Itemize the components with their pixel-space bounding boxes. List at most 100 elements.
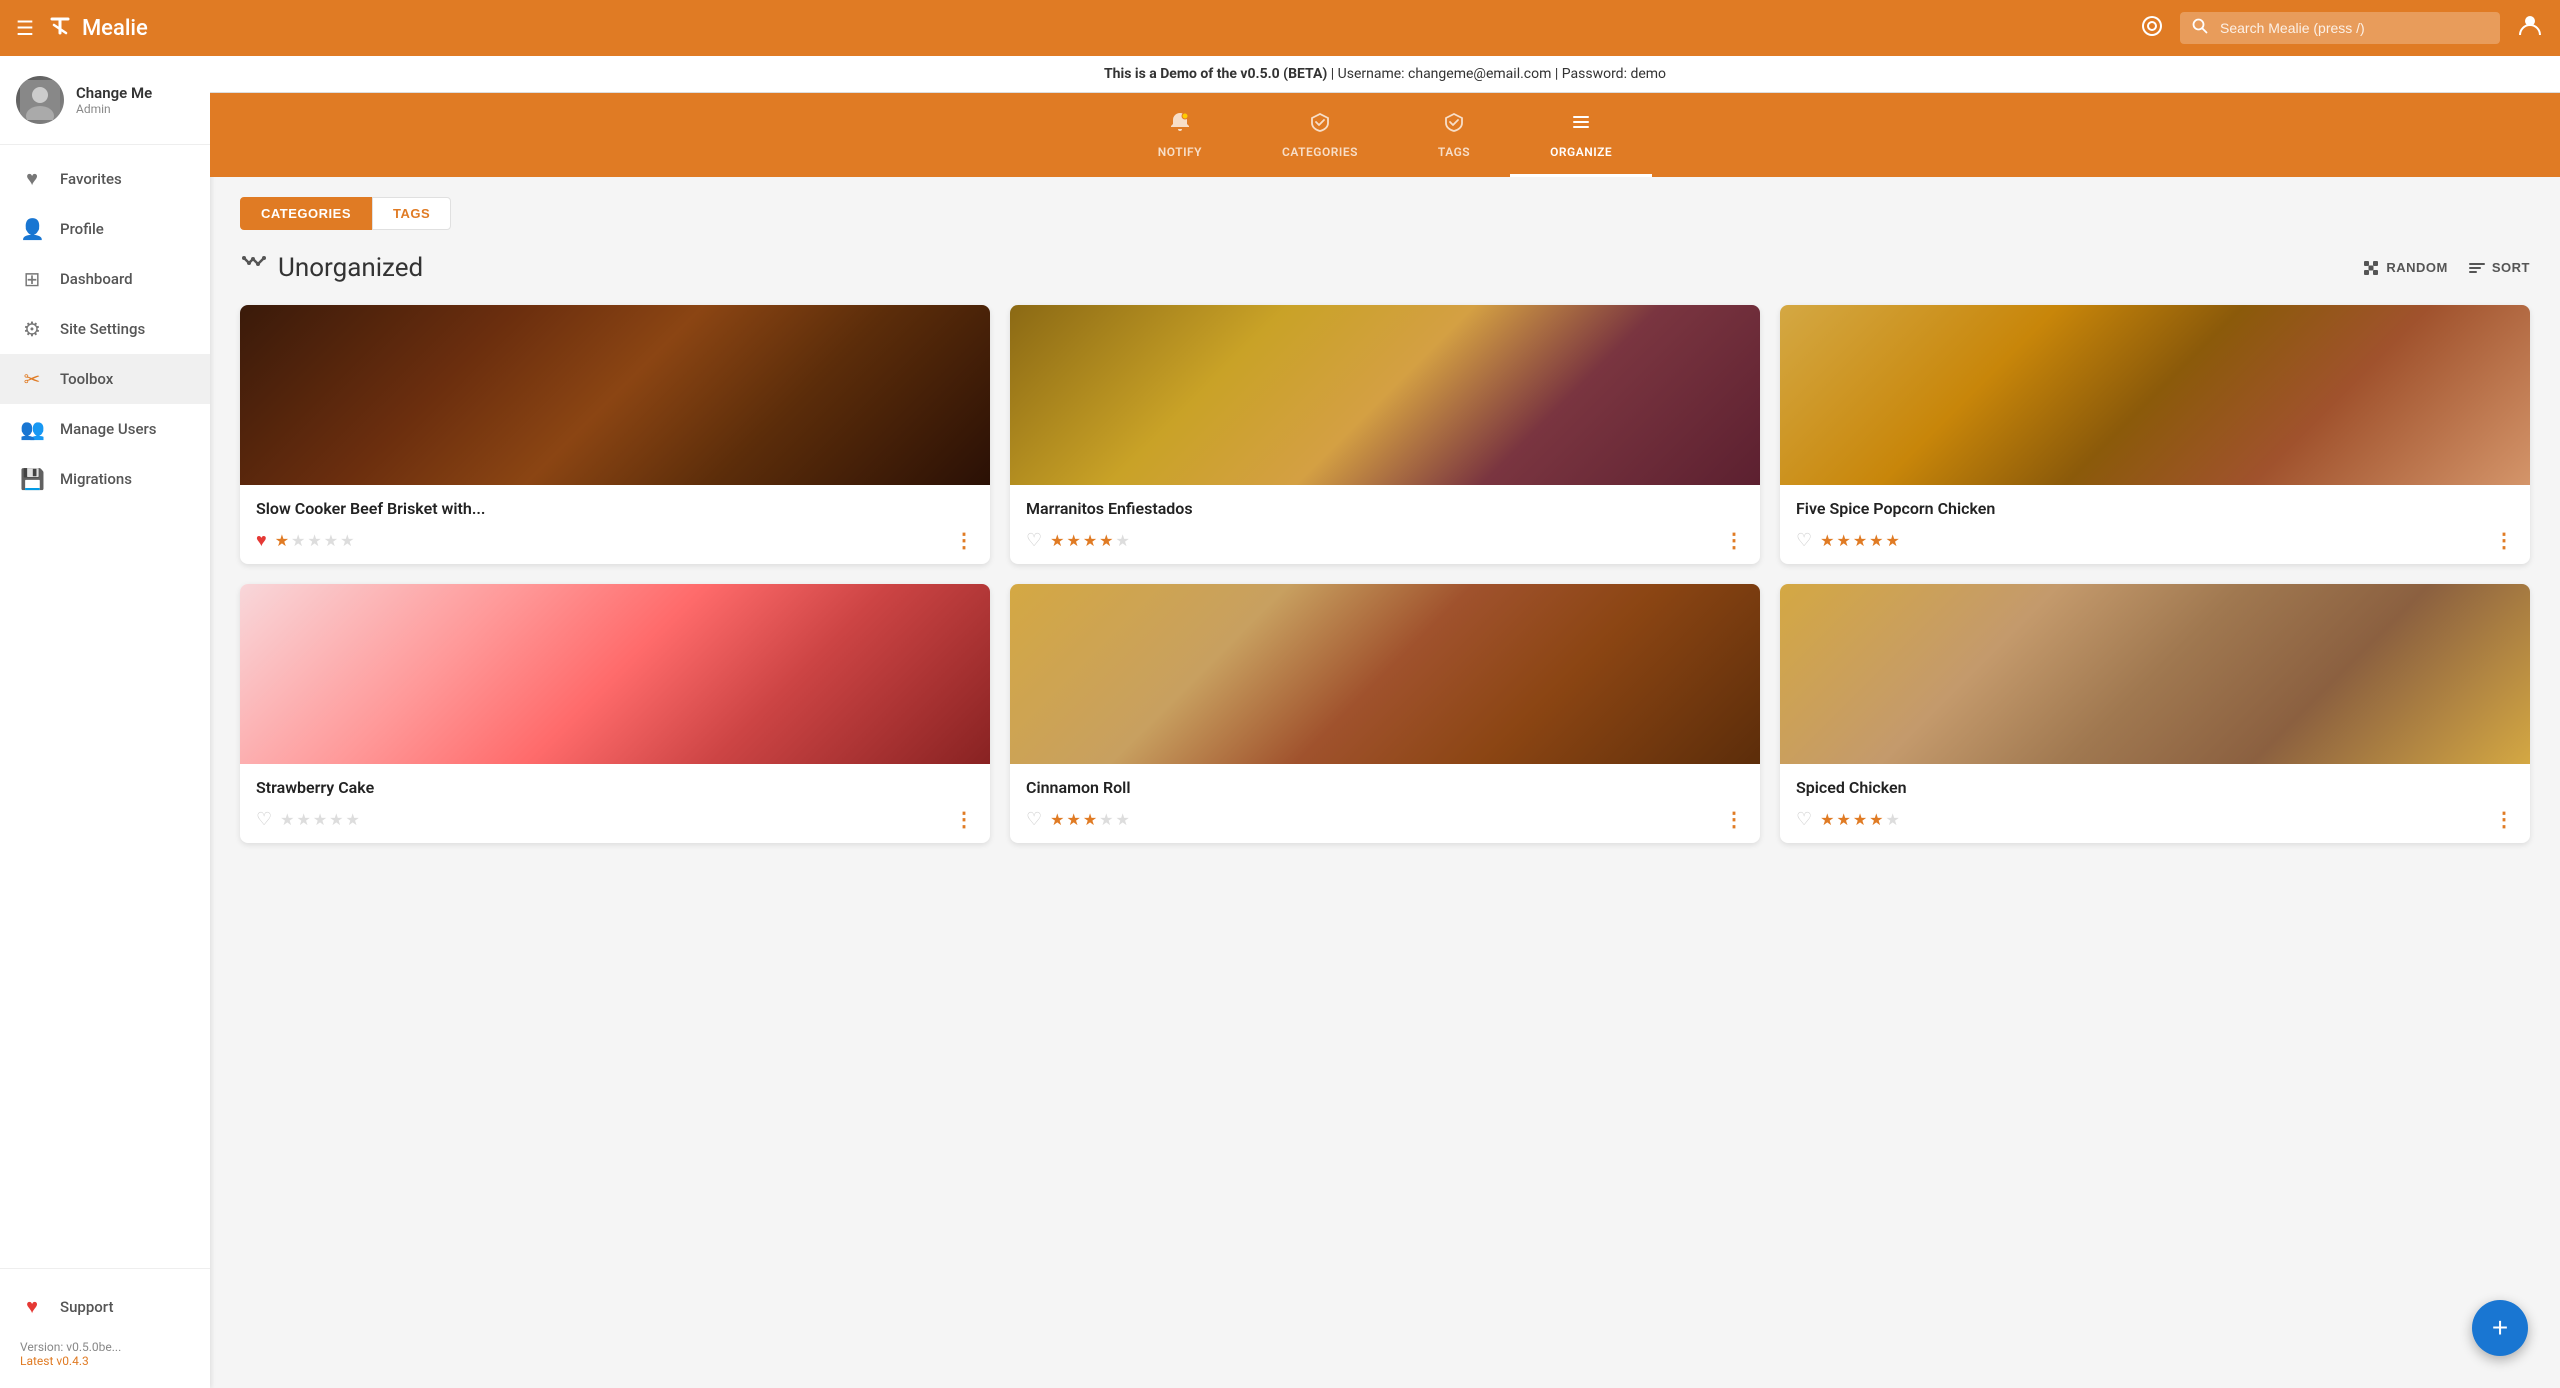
star-rating: ★★★★★ <box>1820 531 1900 550</box>
recipe-title: Strawberry Cake <box>256 778 974 797</box>
sub-nav-item-organize[interactable]: ORGANIZE <box>1510 93 1652 177</box>
sidebar-icon-favorites: ♥ <box>20 166 44 191</box>
section-title-icon <box>240 250 268 285</box>
recipe-card-body: Marranitos Enfiestados ♡ ★★★★★ ⋮ <box>1010 485 1760 564</box>
sidebar-nav: ♥ Favorites 👤 Profile ⊞ Dashboard ⚙ Site… <box>0 145 210 1268</box>
star-rating: ★★★★★ <box>280 810 360 829</box>
recipe-card-footer: ♡ ★★★★★ ⋮ <box>1026 807 1744 831</box>
more-options-icon[interactable]: ⋮ <box>1724 807 1744 831</box>
sort-button[interactable]: SORT <box>2468 253 2530 283</box>
recipe-card[interactable]: Cinnamon Roll ♡ ★★★★★ ⋮ <box>1010 584 1760 843</box>
star-4: ★ <box>1099 531 1113 550</box>
search-icon <box>2192 18 2208 38</box>
section-header: Unorganized RANDOM <box>240 250 2530 285</box>
recipe-card-body: Strawberry Cake ♡ ★★★★★ ⋮ <box>240 764 990 843</box>
recipe-card-footer: ♡ ★★★★★ ⋮ <box>1796 528 2514 552</box>
sidebar-label-toolbox: Toolbox <box>60 370 113 388</box>
star-rating: ★★★★★ <box>275 531 355 550</box>
sidebar-item-site-settings[interactable]: ⚙ Site Settings <box>0 304 210 354</box>
recipe-card-footer: ♡ ★★★★★ ⋮ <box>1796 807 2514 831</box>
recipe-actions: ♡ ★★★★★ <box>1026 809 1130 830</box>
star-3: ★ <box>1853 531 1867 550</box>
star-2: ★ <box>291 531 305 550</box>
star-5: ★ <box>1886 531 1900 550</box>
recipe-card-footer: ♥ ★★★★★ ⋮ <box>256 528 974 552</box>
recipe-card-footer: ♡ ★★★★★ ⋮ <box>1026 528 1744 552</box>
more-options-icon[interactable]: ⋮ <box>2494 807 2514 831</box>
recipe-card[interactable]: Marranitos Enfiestados ♡ ★★★★★ ⋮ <box>1010 305 1760 564</box>
sidebar-item-support[interactable]: ♥ Support <box>0 1281 210 1332</box>
recipe-title: Cinnamon Roll <box>1026 778 1744 797</box>
sidebar-label-manage-users: Manage Users <box>60 420 157 438</box>
section-title-text: Unorganized <box>278 253 423 283</box>
sidebar-bottom: ♥ Support Version: v0.5.0be... Latest v0… <box>0 1268 210 1388</box>
sidebar-username: Change Me <box>76 84 152 102</box>
recipe-card-body: Cinnamon Roll ♡ ★★★★★ ⋮ <box>1010 764 1760 843</box>
star-5: ★ <box>1116 810 1130 829</box>
recipe-actions: ♡ ★★★★★ <box>256 809 360 830</box>
more-options-icon[interactable]: ⋮ <box>1724 528 1744 552</box>
sidebar-label-migrations: Migrations <box>60 470 132 488</box>
main-content: This is a Demo of the v0.5.0 (BETA) | Us… <box>210 56 2560 1388</box>
sub-nav-icon-organize <box>1570 111 1592 139</box>
favorite-icon[interactable]: ♡ <box>1796 809 1812 830</box>
avatar <box>16 76 64 124</box>
sidebar-item-migrations[interactable]: 💾 Migrations <box>0 454 210 504</box>
sidebar-role: Admin <box>76 102 152 116</box>
sidebar-item-dashboard[interactable]: ⊞ Dashboard <box>0 254 210 304</box>
search-wrapper <box>2180 12 2500 44</box>
version-text: Version: v0.5.0be... <box>20 1340 121 1354</box>
star-rating: ★★★★★ <box>1820 810 1900 829</box>
star-4: ★ <box>329 810 343 829</box>
recipe-card[interactable]: Spiced Chicken ♡ ★★★★★ ⋮ <box>1780 584 2530 843</box>
sidebar-item-manage-users[interactable]: 👥 Manage Users <box>0 404 210 454</box>
star-4: ★ <box>324 531 338 550</box>
sub-nav-item-categories[interactable]: CATEGORIES <box>1242 93 1398 177</box>
more-options-icon[interactable]: ⋮ <box>954 528 974 552</box>
sidebar: Change Me Admin ♥ Favorites 👤 Profile ⊞ … <box>0 56 210 1388</box>
recipe-title: Five Spice Popcorn Chicken <box>1796 499 2514 518</box>
favorite-icon[interactable]: ♥ <box>256 530 267 551</box>
favorite-icon[interactable]: ♡ <box>256 809 272 830</box>
star-rating: ★★★★★ <box>1050 810 1130 829</box>
version-link[interactable]: Latest v0.4.3 <box>20 1354 190 1368</box>
tab-categories[interactable]: CATEGORIES <box>240 197 372 230</box>
recipe-card[interactable]: Slow Cooker Beef Brisket with... ♥ ★★★★★… <box>240 305 990 564</box>
recipe-card[interactable]: Strawberry Cake ♡ ★★★★★ ⋮ <box>240 584 990 843</box>
favorite-icon[interactable]: ♡ <box>1796 530 1812 551</box>
search-input[interactable] <box>2180 12 2500 44</box>
sidebar-icon-toolbox: ✂ <box>20 367 44 391</box>
sub-nav-item-notify[interactable]: NOTIFY <box>1118 93 1242 177</box>
sub-nav-icon-categories <box>1309 111 1331 139</box>
more-options-icon[interactable]: ⋮ <box>954 807 974 831</box>
sidebar-item-favorites[interactable]: ♥ Favorites <box>0 153 210 204</box>
sidebar-item-profile[interactable]: 👤 Profile <box>0 204 210 254</box>
star-4: ★ <box>1869 810 1883 829</box>
random-button[interactable]: RANDOM <box>2362 253 2448 283</box>
user-account-icon[interactable] <box>2516 11 2544 45</box>
recipe-title: Spiced Chicken <box>1796 778 2514 797</box>
topbar-left: ☰ Mealie <box>16 11 2140 45</box>
menu-icon[interactable]: ☰ <box>16 16 34 40</box>
recipe-title: Marranitos Enfiestados <box>1026 499 1744 518</box>
topbar: ☰ Mealie <box>0 0 2560 56</box>
star-3: ★ <box>1083 531 1097 550</box>
star-1: ★ <box>1050 531 1064 550</box>
sidebar-item-toolbox[interactable]: ✂ Toolbox <box>0 354 210 404</box>
app-body: Change Me Admin ♥ Favorites 👤 Profile ⊞ … <box>0 56 2560 1388</box>
more-options-icon[interactable]: ⋮ <box>2494 528 2514 552</box>
star-2: ★ <box>1836 531 1850 550</box>
sub-nav-item-tags[interactable]: TAGS <box>1398 93 1510 177</box>
add-recipe-button[interactable]: + <box>2472 1300 2528 1356</box>
favorite-icon[interactable]: ♡ <box>1026 809 1042 830</box>
topbar-logo[interactable]: Mealie <box>46 11 148 45</box>
star-5: ★ <box>1886 810 1900 829</box>
sidebar-icon-migrations: 💾 <box>20 467 44 491</box>
tab-tags[interactable]: TAGS <box>372 197 451 230</box>
recipe-card[interactable]: Five Spice Popcorn Chicken ♡ ★★★★★ ⋮ <box>1780 305 2530 564</box>
settings-icon[interactable] <box>2140 14 2164 43</box>
favorite-icon[interactable]: ♡ <box>1026 530 1042 551</box>
recipe-card-footer: ♡ ★★★★★ ⋮ <box>256 807 974 831</box>
sidebar-label-dashboard: Dashboard <box>60 270 133 288</box>
star-5: ★ <box>340 531 354 550</box>
